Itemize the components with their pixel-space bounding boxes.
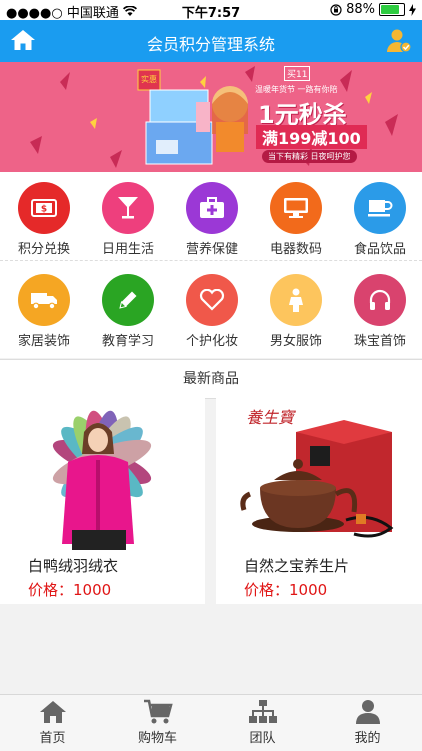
status-bar: ●●●●○ 中国联通 下午7:57 88% bbox=[0, 0, 422, 21]
svg-text:$: $ bbox=[41, 205, 47, 215]
product-list: 白鸭绒羽绒衣 价格：1000 養生寶 自然之宝养生片 价格：1000 bbox=[0, 398, 422, 606]
category-row: $ 积分兑换 日用生活 营养保健 电器数码 食品饮品 bbox=[0, 172, 422, 261]
person-icon bbox=[270, 274, 322, 326]
category-item[interactable]: 营养保健 bbox=[170, 172, 254, 257]
tab-label: 团队 bbox=[249, 731, 276, 746]
category-label: 日用生活 bbox=[101, 242, 154, 257]
category-grid: $ 积分兑换 日用生活 营养保健 电器数码 食品饮品 家居装饰 教育学习 个护化… bbox=[0, 172, 422, 358]
category-label: 积分兑换 bbox=[17, 242, 70, 257]
category-item[interactable]: 教育学习 bbox=[86, 264, 170, 349]
charging-icon bbox=[409, 3, 416, 16]
cup-icon bbox=[354, 182, 406, 234]
battery-percent: 88% bbox=[346, 2, 375, 17]
banner-art bbox=[0, 62, 422, 172]
category-item[interactable]: 家居装饰 bbox=[2, 264, 86, 349]
heart-icon bbox=[186, 274, 238, 326]
category-item[interactable]: $ 积分兑换 bbox=[2, 172, 86, 257]
tab-mine[interactable]: 我的 bbox=[315, 699, 420, 746]
product-name: 白鸭绒羽绒衣 bbox=[28, 557, 119, 575]
orientation-lock-icon bbox=[330, 3, 342, 16]
category-item[interactable]: 电器数码 bbox=[254, 172, 338, 257]
category-item[interactable]: 珠宝首饰 bbox=[338, 264, 422, 349]
pencil-icon bbox=[102, 274, 154, 326]
truck-icon bbox=[18, 274, 70, 326]
medkit-icon bbox=[186, 182, 238, 234]
product-price: 价格：1000 bbox=[244, 581, 328, 599]
section-title: 最新商品 bbox=[0, 359, 422, 399]
category-item[interactable]: 男女服饰 bbox=[254, 264, 338, 349]
category-item[interactable]: 日用生活 bbox=[86, 172, 170, 257]
tab-cart[interactable]: 购物车 bbox=[105, 699, 210, 746]
category-label: 珠宝首饰 bbox=[353, 334, 406, 349]
home-icon bbox=[39, 701, 66, 723]
product-price: 价格：1000 bbox=[28, 581, 112, 599]
product-name: 自然之宝养生片 bbox=[244, 557, 350, 575]
banner-promo-sub: 满199减100 bbox=[256, 125, 367, 149]
page-title: 会员积分管理系统 bbox=[146, 35, 275, 54]
category-label: 营养保健 bbox=[185, 242, 238, 257]
tab-team[interactable]: 团队 bbox=[210, 699, 315, 746]
promo-banner[interactable]: 温暖年货节 一路有你陪 买11 实惠 1元秒杀 满199减100 当下有精彩 日… bbox=[0, 62, 422, 172]
app-header: 会员积分管理系统 bbox=[0, 20, 422, 62]
tab-bar: 首页 购物车 团队 我的 bbox=[0, 694, 422, 751]
user-icon bbox=[355, 700, 380, 724]
member-icon[interactable] bbox=[386, 28, 412, 54]
category-label: 个护化妆 bbox=[185, 334, 238, 349]
tab-label: 购物车 bbox=[137, 731, 177, 746]
banner-tiny-tag: 买11 bbox=[284, 66, 311, 81]
category-item[interactable]: 个护化妆 bbox=[170, 264, 254, 349]
battery-icon bbox=[379, 3, 405, 16]
product-card[interactable]: 養生寶 自然之宝养生片 价格：1000 bbox=[216, 398, 422, 604]
tab-home[interactable]: 首页 bbox=[0, 699, 105, 746]
category-item[interactable]: 食品饮品 bbox=[338, 172, 422, 257]
category-label: 食品饮品 bbox=[353, 242, 406, 257]
category-label: 电器数码 bbox=[269, 242, 322, 257]
headphones-icon bbox=[354, 274, 406, 326]
product-image bbox=[10, 402, 195, 550]
product-brand-mark: 養生寶 bbox=[246, 408, 295, 427]
money-icon: $ bbox=[18, 182, 70, 234]
product-card[interactable]: 白鸭绒羽绒衣 价格：1000 bbox=[0, 398, 205, 604]
category-label: 教育学习 bbox=[101, 334, 154, 349]
team-icon bbox=[248, 700, 277, 723]
banner-top-text: 温暖年货节 一路有你陪 bbox=[255, 85, 338, 94]
category-label: 男女服饰 bbox=[269, 334, 322, 349]
category-label: 家居装饰 bbox=[17, 334, 70, 349]
category-row: 家居装饰 教育学习 个护化妆 男女服饰 珠宝首饰 bbox=[0, 264, 422, 352]
banner-badge: 实惠 bbox=[141, 75, 157, 84]
monitor-icon bbox=[270, 182, 322, 234]
tab-label: 首页 bbox=[39, 731, 66, 746]
banner-tagline: 当下有精彩 日夜呵护您 bbox=[262, 150, 357, 163]
cart-icon bbox=[143, 699, 173, 724]
cocktail-icon bbox=[102, 182, 154, 234]
tab-label: 我的 bbox=[354, 731, 381, 746]
